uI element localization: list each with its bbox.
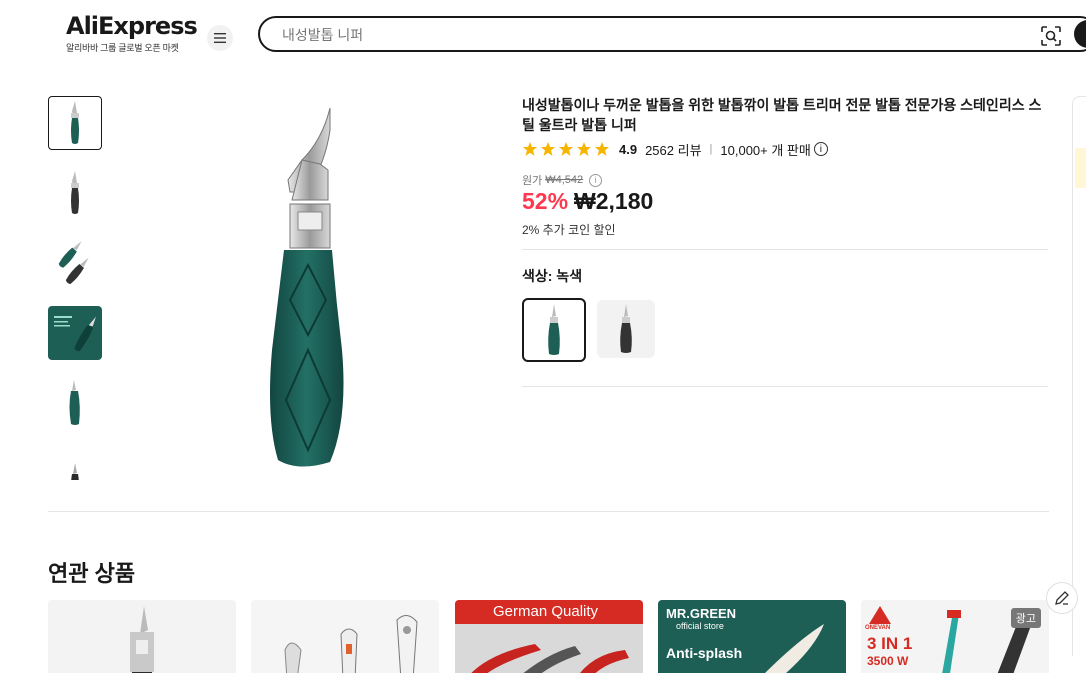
discount-percent: 52% (522, 188, 569, 214)
thumbnail-4[interactable] (48, 306, 102, 360)
divider (522, 386, 1048, 387)
card-headline: German Quality (493, 603, 599, 620)
color-label: 색상: 녹색 (522, 268, 583, 284)
original-price: ₩4,542 (545, 174, 584, 186)
nipper-black-swatch (620, 304, 632, 353)
product-title: 내성발톱이나 두꺼운 발톱을 위한 발톱깎이 발톱 트리머 전문 발톱 전문가용… (522, 97, 1042, 133)
rating-row: 4.9 2562 리뷰 | 10,000+ 개 판매 i (522, 140, 828, 158)
star-icon (523, 142, 537, 156)
divider (522, 249, 1048, 250)
related-card-5[interactable]: ONEVAN 3 IN 1 3500 W 광고 (861, 600, 1049, 673)
color-swatch-green[interactable] (522, 298, 586, 362)
original-price-label: 원가 (522, 175, 543, 187)
thumbnail-list (48, 96, 102, 480)
price-row: 52% ₩2,180 (522, 188, 653, 215)
thumbnail-5[interactable] (48, 376, 102, 430)
nipper-black-thumb (71, 171, 79, 214)
pliers-card-image (471, 644, 629, 673)
nipper-promo-thumb (54, 316, 96, 352)
search-bar (258, 16, 1086, 52)
pruner-card-image (284, 615, 418, 673)
nail-clipper-card-image (765, 624, 824, 673)
ad-badge: 광고 (1010, 608, 1041, 628)
card-brand: MR.GREEN (666, 606, 737, 621)
nipper-green-thumb (71, 101, 79, 144)
original-price-row: 원가 ₩4,542 i (522, 172, 603, 188)
nipper-green-swatch (548, 304, 560, 355)
brand-logo-icon (869, 606, 891, 624)
thumbnail-1[interactable] (48, 96, 102, 150)
related-products-title: 연관 상품 (48, 561, 136, 586)
image-search-icon[interactable] (1040, 25, 1062, 47)
section-divider (48, 511, 1049, 512)
card-brand: ONEVAN (865, 625, 891, 631)
star-icon (541, 142, 555, 156)
side-panel-highlight (1075, 148, 1086, 188)
related-card-3[interactable]: German Quality (455, 600, 643, 673)
search-button[interactable] (1074, 20, 1086, 48)
card-feature: Anti-splash (666, 645, 743, 661)
nipper-card-image (130, 606, 154, 673)
nipper-pair-thumb (58, 241, 89, 284)
separator: | (709, 143, 713, 155)
logo-wordmark: AliExpress (66, 12, 198, 40)
card-store: official store (676, 621, 724, 631)
star-icon (595, 142, 609, 156)
rating-value: 4.9 (619, 141, 638, 157)
logo-tagline: 알리바바 그룹 글로벌 오픈 마켓 (66, 43, 179, 53)
related-card-4[interactable]: MR.GREEN official store Anti-splash (658, 600, 846, 673)
sold-count: 10,000+ 개 판매 (720, 142, 811, 158)
pencil-icon (1055, 591, 1069, 605)
star-icon (577, 142, 591, 156)
star-icon (559, 142, 573, 156)
aliexpress-logo[interactable]: AliExpress 알리바바 그룹 글로벌 오픈 마켓 (66, 12, 198, 54)
coin-discount-text: 2% 추가 코인 할인 (522, 223, 616, 237)
main-product-image (270, 107, 344, 467)
card-headline: 3 IN 1 (867, 634, 913, 653)
related-card-1[interactable] (48, 600, 236, 673)
feedback-button[interactable] (1046, 582, 1078, 614)
review-count[interactable]: 2562 리뷰 (645, 140, 701, 159)
hamburger-icon (214, 33, 226, 43)
related-card-2[interactable] (251, 600, 439, 673)
thumbnail-3[interactable] (48, 236, 102, 290)
sale-price: ₩2,180 (574, 188, 654, 214)
thumbnail-2[interactable] (48, 166, 102, 220)
star-rating (522, 141, 610, 157)
nipper-green-thumb-2 (69, 380, 80, 425)
color-swatch-black[interactable] (597, 300, 655, 358)
search-input[interactable] (282, 25, 982, 45)
info-icon[interactable]: i (813, 142, 828, 156)
menu-button[interactable] (207, 25, 233, 51)
nipper-dark-thumb (71, 463, 79, 480)
card-subline: 3500 W (867, 654, 909, 668)
thumbnail-6[interactable] (48, 446, 102, 480)
price-info-icon[interactable]: i (589, 173, 603, 187)
